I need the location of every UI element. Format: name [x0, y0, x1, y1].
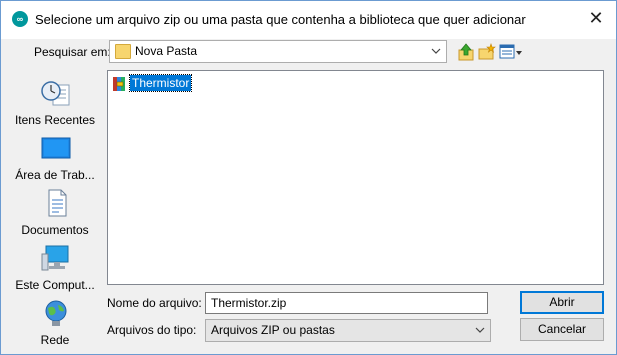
recent-items-icon: [41, 81, 70, 106]
file-list[interactable]: Thermistor: [107, 70, 604, 285]
dialog-title: Selecione um arquivo zip ou uma pasta qu…: [35, 12, 526, 27]
place-label: Rede: [40, 333, 70, 347]
chevron-down-icon: [475, 327, 485, 333]
close-button[interactable]: ✕: [581, 5, 611, 31]
file-type-select[interactable]: Arquivos ZIP ou pastas: [205, 319, 491, 342]
title-bar: ∞ Selecione um arquivo zip ou uma pasta …: [1, 1, 616, 39]
file-name: Thermistor: [128, 74, 193, 92]
open-button[interactable]: Abrir: [520, 291, 604, 314]
look-in-value: Nova Pasta: [135, 44, 198, 58]
chevron-down-icon: [431, 48, 441, 54]
places-bar: Itens Recentes Área de Trab... Documento…: [8, 69, 102, 347]
documents-icon: [48, 189, 67, 217]
folder-icon: [115, 44, 131, 59]
file-name-value: Thermistor.zip: [211, 296, 287, 310]
place-documents[interactable]: Documentos: [8, 187, 102, 239]
this-pc-icon: [41, 245, 69, 271]
file-name-label: Nome do arquivo:: [107, 296, 202, 310]
file-type-label: Arquivos do tipo:: [107, 323, 197, 337]
file-type-value: Arquivos ZIP ou pastas: [211, 323, 335, 337]
place-label: Área de Trab...: [15, 168, 95, 182]
look-in-combo[interactable]: Nova Pasta: [109, 40, 447, 63]
desktop-icon: [41, 137, 71, 159]
place-label: Este Comput...: [15, 278, 95, 292]
place-label: Itens Recentes: [14, 113, 96, 127]
place-recent-items[interactable]: Itens Recentes: [8, 77, 102, 129]
place-label: Documentos: [21, 223, 89, 237]
cancel-button[interactable]: Cancelar: [520, 318, 604, 341]
zip-archive-icon: [113, 77, 125, 91]
place-desktop[interactable]: Área de Trab...: [8, 132, 102, 184]
file-name-input[interactable]: Thermistor.zip: [205, 292, 488, 314]
new-folder-icon[interactable]: [478, 43, 496, 61]
look-in-label: Pesquisar em:: [34, 45, 111, 59]
place-network[interactable]: Rede: [8, 297, 102, 349]
place-this-pc[interactable]: Este Comput...: [8, 242, 102, 294]
arduino-app-icon: ∞: [12, 11, 28, 27]
file-chooser-dialog: ∞ Selecione um arquivo zip ou uma pasta …: [0, 0, 617, 355]
view-menu-icon[interactable]: [499, 43, 523, 61]
network-icon: [45, 300, 67, 326]
folder-up-icon[interactable]: [458, 43, 474, 61]
